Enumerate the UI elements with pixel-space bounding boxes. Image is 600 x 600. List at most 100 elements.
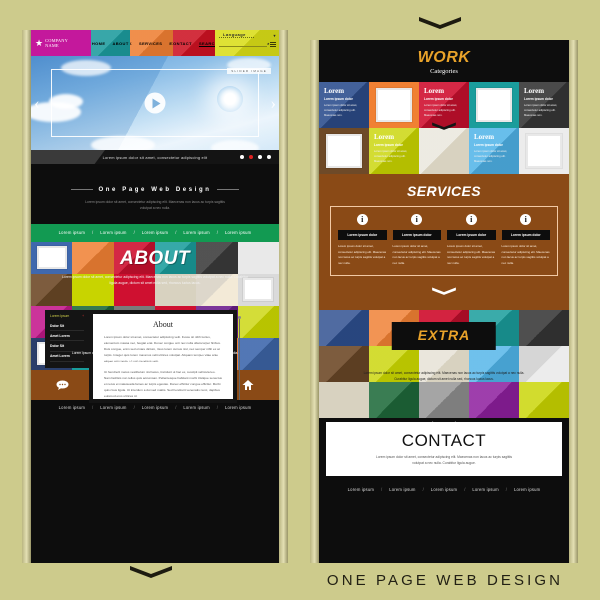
intro-text: Lorem ipsum dolor sit amet, consectetur …: [85, 200, 225, 211]
work-card-text: Lorem ipsum dolor sit amet, consectetur …: [374, 150, 408, 163]
chat-icon[interactable]: [56, 380, 69, 390]
page-edge-left: [310, 40, 319, 563]
mosaic-tile: [72, 241, 114, 274]
cloud-shape: [211, 140, 259, 150]
mosaic-tile: [154, 273, 197, 306]
footer-link-5[interactable]: Lorem ipsum: [225, 405, 251, 410]
chevron-ornament-bottom: [128, 563, 174, 579]
photo-frame: [36, 246, 67, 270]
photo-frame: [526, 134, 562, 168]
footer-link-3[interactable]: Lorem ipsum: [431, 487, 457, 492]
work-image-tile[interactable]: [369, 82, 419, 128]
hero-caption-text: Lorem ipsum dolor sit amet, consectetur …: [102, 154, 208, 160]
work-card[interactable]: Lorem Lorem ipsum dolor Lorem ipsum dolo…: [369, 128, 419, 174]
separator: /: [216, 230, 218, 236]
separator: /: [92, 405, 94, 411]
nav-item-search[interactable]: SEARCH: [199, 41, 215, 46]
about-menu-item-2[interactable]: Amet Lorem: [50, 331, 84, 342]
chevron-down-icon[interactable]: [431, 119, 457, 137]
caption-notch: [31, 150, 105, 164]
nav-item-services[interactable]: SERVICES: [139, 41, 162, 46]
intro-block: One Page Web Design Lorem ipsum dolor si…: [31, 164, 279, 224]
rule-left: [70, 189, 93, 190]
separator: /: [133, 405, 135, 411]
green-link-4[interactable]: Lorem ipsum: [183, 230, 209, 235]
home-icon[interactable]: [242, 379, 254, 391]
nav-group-3: CONTACT SEARCH: [173, 30, 215, 56]
chevron-right-icon[interactable]: ›: [270, 95, 276, 112]
nav-item-work[interactable]: WORK: [130, 41, 132, 46]
slider-dot-3[interactable]: [258, 155, 262, 159]
work-card[interactable]: Lorem Lorem ipsum dolor Lorem ipsum dolo…: [519, 82, 569, 128]
about-menu-item-1[interactable]: Dolor Sit: [50, 321, 84, 332]
green-link-2[interactable]: Lorem ipsum: [100, 230, 126, 235]
service-column[interactable]: i Lorem ipsum dolor Lorem ipsum dolor si…: [390, 214, 445, 267]
work-card-sub: Lorem ipsum dolor: [324, 97, 353, 101]
mosaic-tile: [113, 273, 155, 306]
play-icon[interactable]: [144, 92, 166, 114]
mosaic-tile: [113, 241, 155, 274]
extra-text: Lorem ipsum dolor sit amet, consectetur …: [363, 370, 525, 381]
top-navigation: ★ COMPANY NAME HOME ABOUT WORK SERVICES …: [31, 30, 279, 56]
work-image-tile[interactable]: [519, 128, 569, 174]
work-card[interactable]: Lorem Lorem ipsum dolor Lorem ipsum dolo…: [469, 128, 519, 174]
work-card[interactable]: Lorem Lorem ipsum dolor Lorem ipsum dolo…: [319, 82, 369, 128]
mosaic-tile: [31, 273, 73, 306]
footer-link-2[interactable]: Lorem ipsum: [389, 487, 415, 492]
nav-utility-panel: Language ▾ ⌕: [215, 30, 279, 56]
work-card-sub: Lorem ipsum dolor: [374, 143, 403, 147]
green-link-strip: Lorem ipsum / Lorem ipsum / Lorem ipsum …: [31, 223, 279, 242]
footer-link-3[interactable]: Lorem ipsum: [142, 405, 168, 410]
star-icon: ★: [35, 37, 44, 48]
brand-logo[interactable]: ★ COMPANY NAME: [31, 30, 91, 56]
work-image-tile[interactable]: [319, 128, 369, 174]
footer-link-1[interactable]: Lorem ipsum: [348, 487, 374, 492]
service-column[interactable]: i Lorem ipsum dolor Lorem ipsum dolor si…: [444, 214, 499, 267]
intro-title: One Page Web Design: [98, 186, 212, 193]
service-column[interactable]: i Lorem ipsum dolor Lorem ipsum dolor si…: [335, 214, 390, 267]
green-link-1[interactable]: Lorem ipsum: [59, 230, 85, 235]
chevron-down-icon[interactable]: [319, 284, 569, 302]
slider-dots[interactable]: [240, 155, 271, 159]
slider-dot-2-active[interactable]: [249, 155, 253, 159]
nav-item-about[interactable]: ABOUT: [112, 41, 128, 46]
info-icon: i: [411, 214, 423, 225]
service-head: Lorem ipsum dolor: [392, 230, 441, 240]
mosaic-tile: [319, 381, 369, 418]
work-card-sub: Lorem ipsum dolor: [524, 97, 553, 101]
nav-item-contact[interactable]: CONTACT: [173, 41, 192, 46]
footer-link-2[interactable]: Lorem ipsum: [100, 405, 126, 410]
footer-link-5[interactable]: Lorem ipsum: [514, 487, 540, 492]
service-column[interactable]: i Lorem ipsum dolor Lorem ipsum dolor si…: [499, 214, 554, 267]
chevron-left-icon[interactable]: ‹: [34, 95, 40, 112]
mosaic-tile: [237, 273, 279, 306]
page-edge-left: [22, 30, 31, 563]
green-link-5[interactable]: Lorem ipsum: [225, 230, 251, 235]
footer-link-4[interactable]: Lorem ipsum: [183, 405, 209, 410]
mosaic-tile: [196, 241, 238, 274]
mosaic-tile: [519, 309, 569, 346]
page-edge-right: [569, 40, 578, 563]
green-link-3[interactable]: Lorem ipsum: [142, 230, 168, 235]
footer-link-4[interactable]: Lorem ipsum: [472, 487, 498, 492]
photo-frame: [326, 134, 362, 168]
work-card-text: Lorem ipsum dolor sit amet, consectetur …: [324, 104, 358, 117]
photo-frame: [376, 88, 412, 122]
footer-link-1[interactable]: Lorem ipsum: [59, 405, 85, 410]
slider-dot-1[interactable]: [240, 155, 244, 159]
rule-right: [217, 189, 240, 190]
service-head: Lorem ipsum dolor: [447, 230, 496, 240]
hamburger-icon[interactable]: [270, 41, 276, 47]
slider-dot-4[interactable]: [267, 155, 271, 159]
chevron-down-icon[interactable]: ▾: [273, 33, 276, 38]
work-image-tile[interactable]: [469, 82, 519, 128]
nav-group-1: HOME ABOUT: [91, 30, 130, 56]
nav-item-home[interactable]: HOME: [92, 41, 106, 46]
hero-slider[interactable]: SLIDER IMAGE ‹ ›: [31, 56, 279, 150]
language-selector[interactable]: Language: [219, 32, 254, 38]
work-subtitle: Categories: [430, 68, 458, 75]
about-card-paragraph-2: Ut hendrerit metus vestibulum nisl lacus…: [104, 370, 222, 399]
search-input[interactable]: [219, 41, 268, 48]
chevron-down-icon[interactable]: [431, 418, 457, 436]
separator: /: [175, 405, 177, 411]
